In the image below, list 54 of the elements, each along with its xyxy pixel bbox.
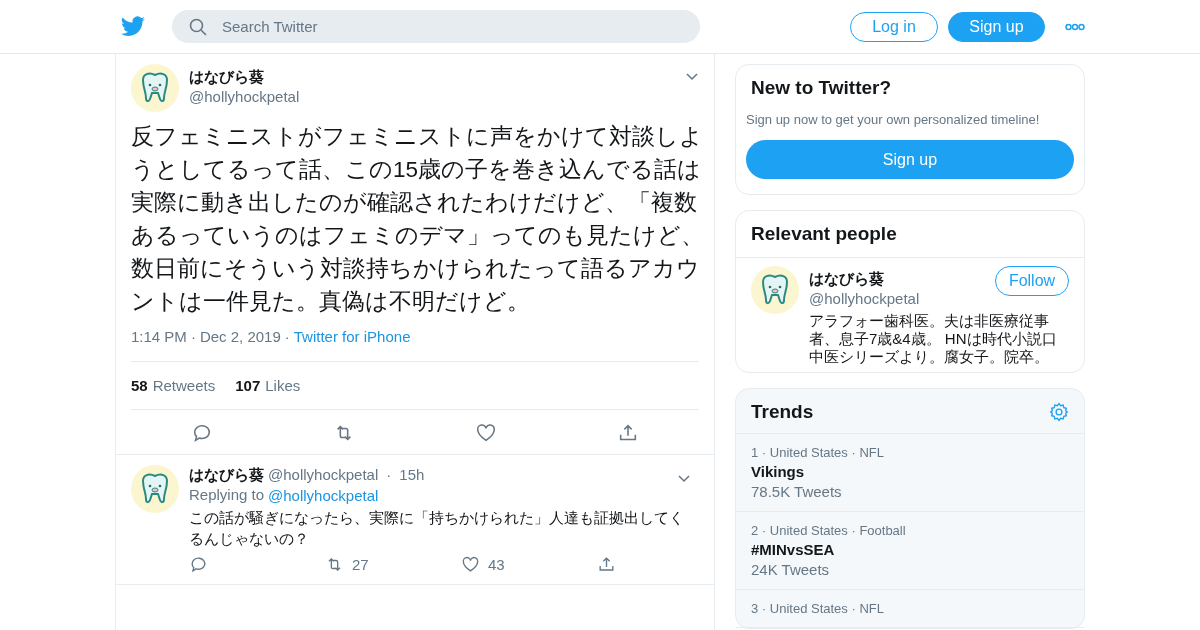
avatar-icon (131, 64, 179, 112)
caret-icon[interactable] (685, 72, 699, 82)
tweet-text: 反フェミニストがフェミニストに声をかけて対談しようとしてるって話、この15歳の子を巻き込んでる話は実際に動き出したのが確認されたわけだけど、「複数あるっていうのはフェミのデマ」ってのも見たけど、数日前にそういう対談持ちかけられたって語るアカウントは一件見た。真偽は不明だけど。 (131, 123, 705, 316)
trend-name[interactable]: Vikings (751, 463, 1069, 480)
mention-link[interactable]: @hollyhockpetal (268, 486, 379, 504)
caret-icon[interactable] (677, 474, 691, 484)
tweet-time: 1:14 PM (131, 328, 187, 345)
likes-label[interactable]: Likes (265, 377, 301, 394)
separator-dot: · (284, 328, 290, 345)
reply-icon[interactable] (189, 555, 208, 574)
retweet-count: 27 (352, 556, 369, 573)
heart-icon[interactable] (461, 555, 480, 574)
bird-icon[interactable] (120, 15, 146, 38)
card-title: Trends (751, 401, 814, 423)
separator-dot: · (386, 465, 392, 485)
reply-age: 15h (399, 465, 425, 485)
search-icon (188, 17, 208, 37)
user-bio: アラフォー歯科医。夫は非医療従事者、息子7歳&4歳。 HNは時代小説口中医シリーズより。腐女子。院卒。 (809, 312, 1058, 366)
more-icon[interactable] (1065, 22, 1085, 31)
follow-button[interactable]: Follow (995, 266, 1069, 296)
source-link[interactable]: Twitter for iPhone (293, 328, 411, 345)
tweet-date: Dec 2, 2019 (199, 328, 281, 345)
user-name[interactable]: はなびら葵 (189, 67, 675, 87)
replying-label: Replying to (189, 485, 265, 505)
search-field[interactable]: Search Twitter (172, 10, 700, 43)
heart-icon[interactable] (475, 422, 497, 444)
trend-context: 3 · United States · NFL (751, 601, 885, 616)
like-count: 107 (235, 377, 261, 394)
reply-text: この話が騒ぎになったら、実際に「持ちかけられた」人達も証拠出してくるんじゃないの？ (189, 508, 685, 549)
like-count: 43 (488, 556, 505, 573)
retweet-count: 58 (131, 377, 148, 394)
trend-context: 2 · United States · Football (751, 523, 907, 538)
user-handle[interactable]: @hollyhockpetal (268, 465, 379, 485)
card-title: New to Twitter? (750, 77, 893, 99)
reply-icon[interactable] (191, 422, 213, 444)
user-name[interactable]: はなびら葵 (189, 465, 264, 485)
card-subtitle: Sign up now to get your own personalized timeline! (746, 112, 1041, 127)
signup-button[interactable]: Sign up (746, 140, 1074, 179)
user-handle[interactable]: @hollyhockpetal (189, 87, 675, 107)
user-handle[interactable]: @hollyhockpetal (809, 289, 995, 309)
avatar-icon (751, 266, 799, 314)
avatar-icon (131, 465, 179, 513)
trend-context: 1 · United States · NFL (751, 445, 885, 460)
login-button[interactable]: Log in (850, 11, 938, 42)
user-name[interactable]: はなびら葵 (809, 269, 995, 289)
trend-count: 78.5K Tweets (751, 483, 843, 500)
card-title: Relevant people (751, 223, 898, 245)
settings-icon[interactable] (1049, 402, 1069, 422)
share-icon[interactable] (597, 555, 616, 574)
signup-button[interactable]: Sign up (948, 11, 1045, 42)
retweets-label[interactable]: Retweets (152, 377, 216, 394)
trend-name[interactable]: #MINvsSEA (751, 541, 1069, 558)
trend-count: 24K Tweets (751, 561, 831, 578)
separator-dot: · (190, 328, 196, 345)
